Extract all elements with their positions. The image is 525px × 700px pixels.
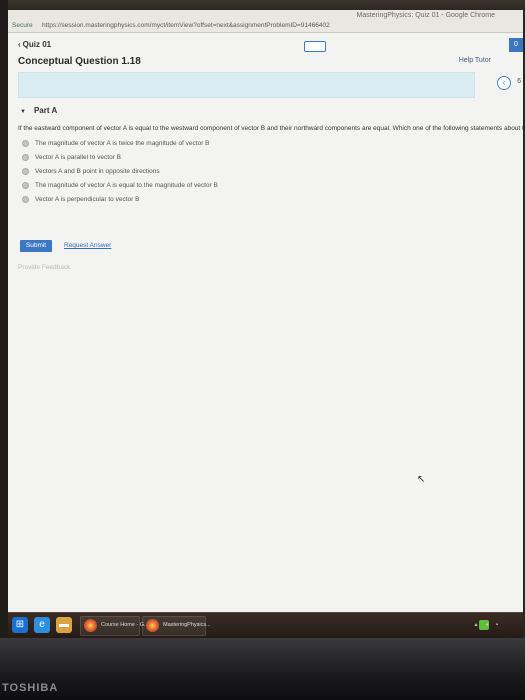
page-number: 6 [517,78,521,85]
window-title: MasteringPhysics: Quiz 01 - Google Chrom… [356,12,496,19]
laptop-screen: MasteringPhysics: Quiz 01 - Google Chrom… [8,10,523,612]
previous-question-button[interactable]: ‹ [497,76,511,90]
chrome-icon [146,619,159,632]
part-label: Part A [33,106,58,115]
laptop-bezel-bottom [0,638,525,700]
taskbar: ⊞ e ▬ Course Home - G... MasteringPhysic… [8,612,523,639]
question-title: Conceptual Question 1.18 [18,56,141,67]
radio-button[interactable] [22,140,29,147]
provide-feedback-link[interactable]: Provide Feedback [18,264,70,271]
request-answer-link[interactable]: Request Answer [64,242,111,249]
browser-title-bar: MasteringPhysics: Quiz 01 - Google Chrom… [8,10,523,33]
radio-button[interactable] [22,154,29,161]
address-bar[interactable]: https://session.masteringphysics.com/myc… [42,22,330,29]
chrome-icon [84,619,97,632]
radio-button[interactable] [22,196,29,203]
radio-button[interactable] [22,182,29,189]
photo-bezel-left [0,0,8,700]
mouse-cursor-icon: ↖ [417,474,426,485]
chevron-left-icon: ‹ [18,40,21,49]
progress-indicator [304,41,326,52]
file-explorer-icon[interactable]: ▬ [56,617,72,633]
internet-explorer-icon[interactable]: e [34,617,50,633]
submit-button[interactable]: Submit [20,240,52,252]
question-prompt: If the eastward component of vector A is… [18,125,523,132]
secure-label: Secure [12,22,33,29]
answer-option[interactable]: The magnitude of vector A is equal to th… [22,182,218,196]
answer-option[interactable]: Vector A is parallel to vector B [22,154,218,168]
photo-bezel-top [0,0,525,10]
score-tab[interactable]: 0 [509,38,523,52]
answer-option[interactable]: Vectors A and B point in opposite direct… [22,168,218,182]
triangle-down-icon: ▼ [20,109,26,115]
help-tutor-link[interactable]: Help Tutor [459,57,491,64]
windows-start-icon[interactable]: ⊞ [12,617,28,633]
answer-option[interactable]: The magnitude of vector A is twice the m… [22,140,218,154]
taskbar-item-course-home[interactable]: Course Home - G... [80,616,149,636]
system-tray[interactable]: ▴ ◂ ▪ [475,621,501,628]
answer-option[interactable]: Vector A is perpendicular to vector B [22,196,218,210]
back-to-quiz-link[interactable]: ‹ Quiz 01 [18,40,51,49]
radio-button[interactable] [22,168,29,175]
answer-options: The magnitude of vector A is twice the m… [22,140,218,210]
chevron-left-icon: ‹ [502,78,506,87]
back-label: Quiz 01 [22,40,52,49]
taskbar-item-masteringphysics[interactable]: MasteringPhysics... [142,616,211,636]
laptop-brand-label: TOSHIBA [2,682,59,694]
info-banner [18,72,475,98]
part-a-header[interactable]: ▼ Part A [20,106,57,115]
